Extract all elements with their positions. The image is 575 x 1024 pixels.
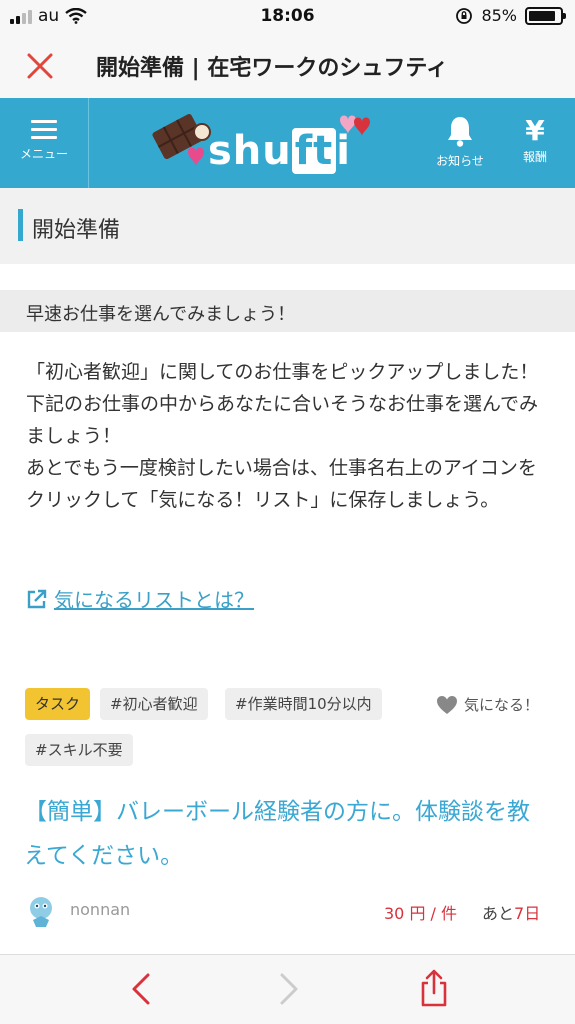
logo-text: shufti xyxy=(208,128,351,174)
site-header: メニュー shufti お知らせ ¥ 報酬 xyxy=(0,98,575,188)
intro-paragraph: あとでもう一度検討したい場合は、仕事名右上のアイコンをクリックして「気になる！リ… xyxy=(26,457,537,511)
browser-toolbar xyxy=(0,954,575,1024)
deadline-value: 7日 xyxy=(514,904,541,923)
page-title: 開始準備 | 在宅ワークのシュフティ xyxy=(96,56,449,81)
intro-paragraph: 「初心者歓迎」に関してのお仕事をピックアップしました！ xyxy=(26,361,539,383)
bell-icon xyxy=(448,117,472,147)
deadline-prefix: あと xyxy=(482,904,515,923)
reward-label: 報酬 xyxy=(522,150,547,164)
job-type-tag: タスク xyxy=(25,688,91,720)
favorite-label: 気になる！ xyxy=(464,696,540,714)
favorite-list-help-link[interactable]: 気になるリストとは？ xyxy=(26,584,254,613)
chevron-right-icon[interactable] xyxy=(268,969,308,1009)
job-tag[interactable]: #作業時間10分以内 xyxy=(225,688,382,720)
avatar xyxy=(30,897,52,927)
logo-text-shu: shu xyxy=(208,128,292,174)
hamburger-icon xyxy=(31,120,57,139)
battery-icon xyxy=(525,6,566,25)
status-right: 85% xyxy=(455,6,566,25)
reward-button[interactable]: ¥ 報酬 xyxy=(505,114,565,165)
job-tag[interactable]: #スキル不要 xyxy=(25,734,133,766)
job-meta: nonnan 30 円 / 件 あと7日 xyxy=(24,892,554,932)
section-title: 開始準備 xyxy=(32,218,121,243)
job-tag[interactable]: #初心者歓迎 xyxy=(100,688,208,720)
section-gap xyxy=(0,264,575,288)
logo-heart-icon xyxy=(340,115,370,136)
logo-text-ft: ft xyxy=(291,128,337,174)
battery-percent: 85% xyxy=(481,6,517,25)
chevron-left-icon[interactable] xyxy=(122,969,162,1009)
intro-body: 「初心者歓迎」に関してのお仕事をピックアップしました！ 下記のお仕事の中からあな… xyxy=(26,356,546,516)
favorite-toggle[interactable]: 気になる！ xyxy=(436,694,539,715)
shufti-logo[interactable]: shufti xyxy=(150,106,380,180)
section-heading: 開始準備 xyxy=(0,188,575,264)
heart-icon xyxy=(437,695,457,714)
menu-button[interactable]: メニュー xyxy=(0,98,89,188)
job-title-link[interactable]: 【簡単】バレーボール経験者の方に。体験談を教えてください。 xyxy=(24,790,549,878)
notice-button[interactable]: お知らせ xyxy=(425,114,495,169)
author-name[interactable]: nonnan xyxy=(70,900,130,919)
notice-label: お知らせ xyxy=(436,154,484,168)
job-price: 30 円 / 件 xyxy=(384,904,458,923)
favorite-list-help-text: 気になるリストとは？ xyxy=(54,588,254,612)
section-accent-bar xyxy=(18,209,23,241)
battery-fill xyxy=(529,10,555,21)
share-icon[interactable] xyxy=(414,967,454,1009)
job-deadline: あと7日 xyxy=(482,900,540,924)
orientation-lock-icon xyxy=(456,7,473,24)
browser-title-bar: 開始準備 | 在宅ワークのシュフティ xyxy=(0,34,575,98)
status-bar: au 18:06 85% xyxy=(0,0,575,34)
intro-heading: 早速お仕事を選んでみましょう！ xyxy=(0,290,575,332)
intro-paragraph: 下記のお仕事の中からあなたに合いそうなお仕事を選んでみましょう！ xyxy=(26,393,539,447)
yen-icon: ¥ xyxy=(525,114,545,147)
external-link-icon xyxy=(27,589,47,608)
menu-label: メニュー xyxy=(19,147,68,161)
close-icon[interactable] xyxy=(22,48,58,84)
intro-heading-text: 早速お仕事を選んでみましょう！ xyxy=(26,304,296,325)
